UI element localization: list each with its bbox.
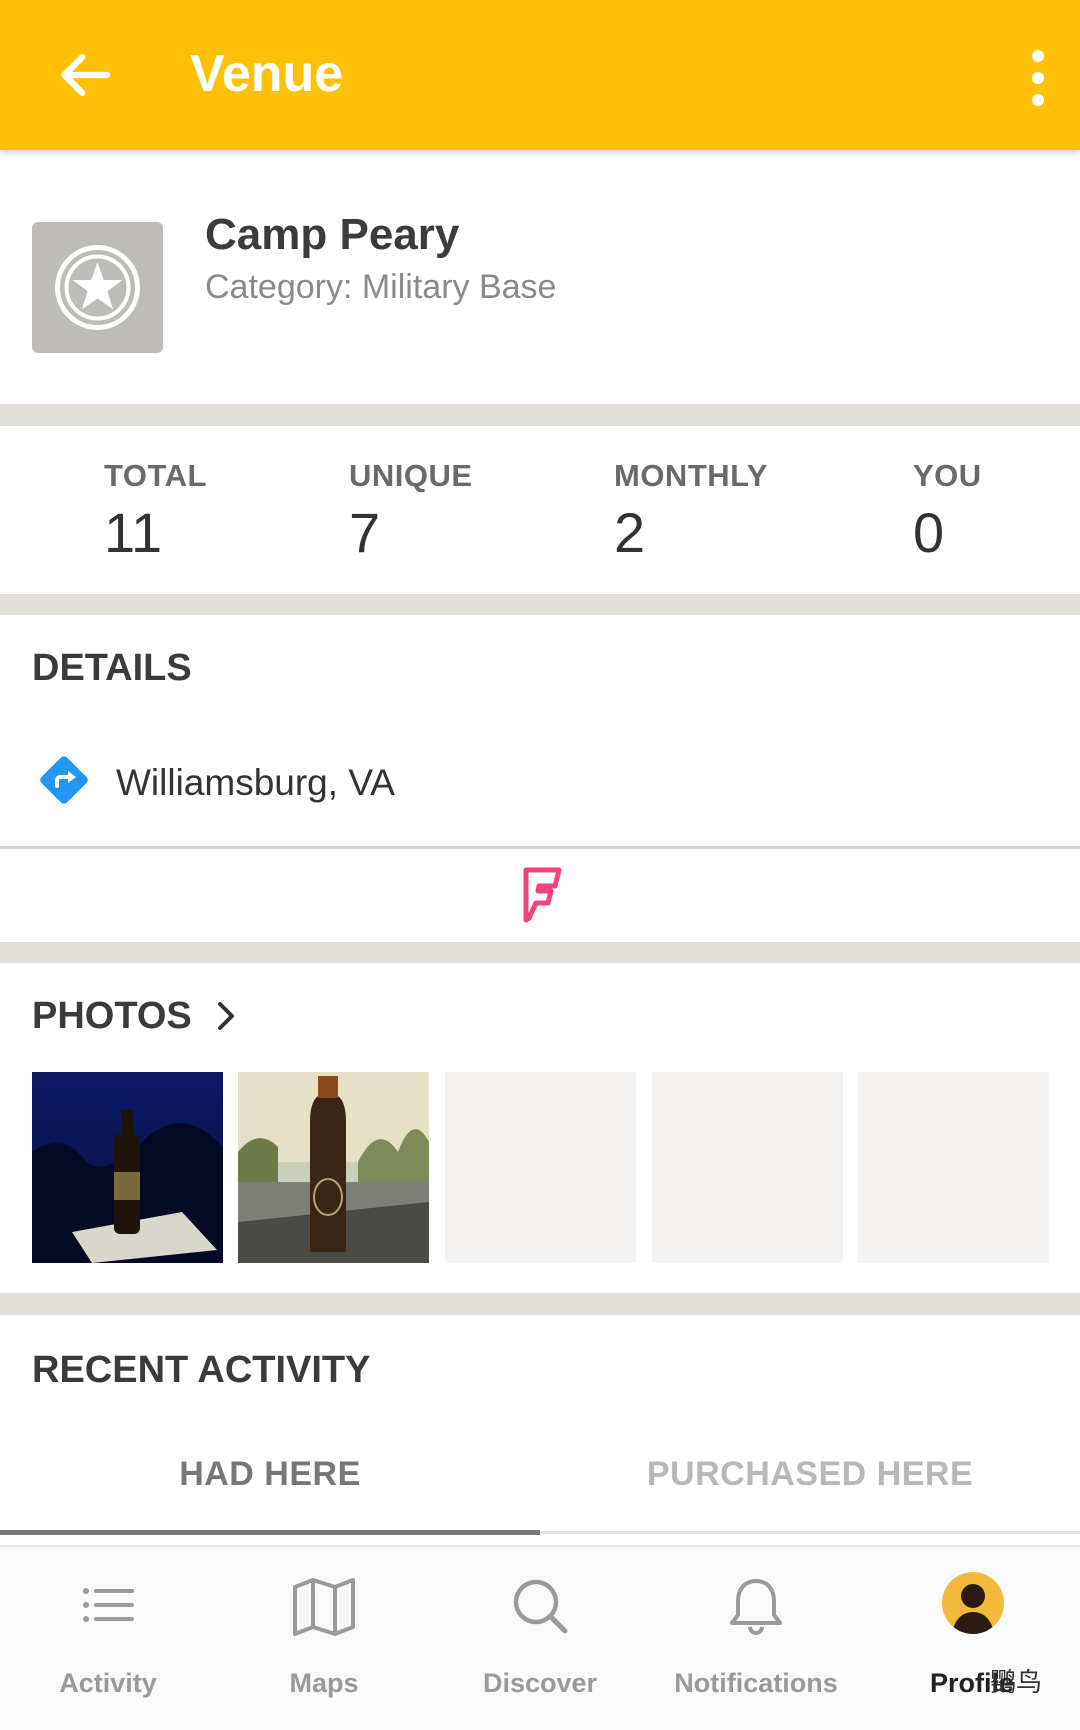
nav-discover[interactable] xyxy=(432,1575,648,1637)
stat-value: 7 xyxy=(349,501,381,564)
nav-label[interactable]: Activity xyxy=(0,1668,216,1699)
stat-value: 2 xyxy=(614,501,646,564)
stat-unique: UNIQUE 7 xyxy=(349,458,473,565)
section-gap xyxy=(0,594,1080,615)
stat-monthly: MONTHLY 2 xyxy=(614,458,768,565)
photo-placeholder xyxy=(445,1072,636,1263)
photo-placeholder xyxy=(652,1072,843,1263)
stat-label: UNIQUE xyxy=(349,458,473,493)
bell-icon xyxy=(730,1579,782,1635)
stat-label: YOU xyxy=(913,458,982,493)
photo-thumbnail[interactable] xyxy=(238,1072,429,1263)
nav-label[interactable]: Discover xyxy=(432,1668,648,1699)
directions-icon[interactable] xyxy=(36,752,92,808)
stat-label: MONTHLY xyxy=(614,458,768,493)
tab-indicator xyxy=(0,1530,540,1535)
foursquare-icon[interactable] xyxy=(520,866,564,924)
section-gap xyxy=(0,404,1080,426)
location-text[interactable]: Williamsburg, VA xyxy=(116,762,395,804)
nav-label-profile[interactable]: Profile xyxy=(864,1668,1080,1699)
photo-placeholder xyxy=(858,1072,1049,1263)
nav-maps[interactable] xyxy=(216,1575,432,1639)
venue-name: Camp Peary xyxy=(205,210,460,259)
photo-image xyxy=(238,1072,429,1263)
stat-total: TOTAL 11 xyxy=(104,458,207,565)
section-gap xyxy=(0,942,1080,963)
list-icon xyxy=(83,1588,134,1622)
tab-baseline xyxy=(540,1531,1080,1534)
photos-title[interactable]: PHOTOS xyxy=(32,995,192,1038)
app-bar: Venue xyxy=(0,0,1080,150)
stat-value: 11 xyxy=(104,501,163,564)
divider xyxy=(0,846,1080,849)
bottom-nav xyxy=(0,1545,1080,1730)
stat-you: YOU 0 xyxy=(913,458,982,565)
nav-notifications[interactable] xyxy=(648,1575,864,1639)
stat-label: TOTAL xyxy=(104,458,207,493)
search-icon xyxy=(513,1579,568,1634)
map-icon xyxy=(293,1578,355,1636)
nav-label[interactable]: Notifications xyxy=(648,1668,864,1699)
more-vert-icon[interactable] xyxy=(1018,46,1058,110)
venue-category-icon xyxy=(32,222,163,353)
chevron-right-icon[interactable] xyxy=(213,998,239,1034)
details-title: DETAILS xyxy=(32,647,192,689)
avatar[interactable] xyxy=(942,1572,1004,1634)
watermark: 鹦鸟 xyxy=(990,1668,1043,1698)
page-title: Venue xyxy=(190,45,344,103)
stat-value: 0 xyxy=(913,501,945,564)
arrow-left-icon[interactable] xyxy=(52,42,118,108)
photo-image xyxy=(32,1072,223,1263)
nav-activity[interactable] xyxy=(0,1575,216,1635)
star-badge-icon xyxy=(55,245,140,330)
section-gap xyxy=(0,1293,1080,1315)
profile-icon xyxy=(952,1584,994,1634)
venue-category: Category: Military Base xyxy=(205,268,557,306)
nav-label[interactable]: Maps xyxy=(216,1668,432,1699)
tab-had-here[interactable]: HAD HERE xyxy=(0,1455,540,1494)
photo-thumbnail[interactable] xyxy=(32,1072,223,1263)
tab-purchased-here[interactable]: PURCHASED HERE xyxy=(540,1455,1080,1494)
recent-activity-title: RECENT ACTIVITY xyxy=(32,1349,371,1391)
